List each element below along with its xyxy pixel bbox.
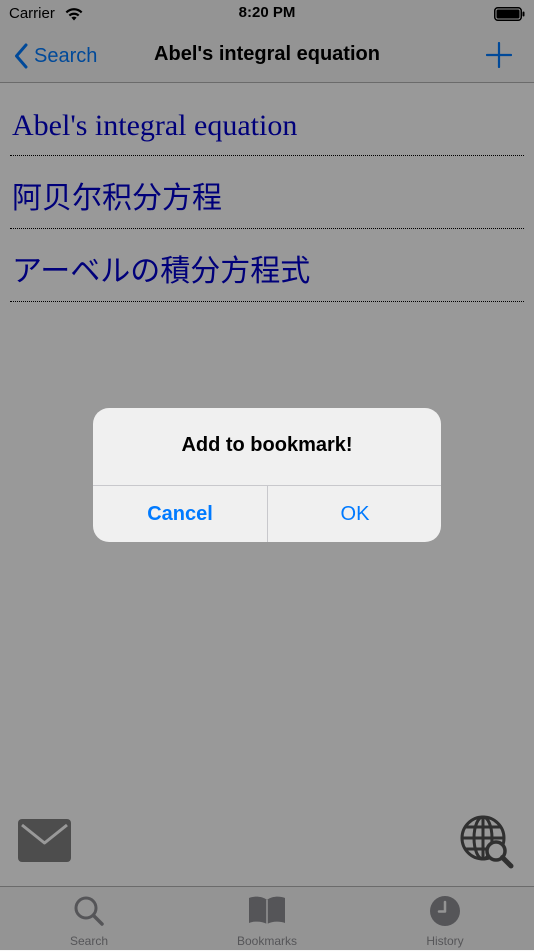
ok-button[interactable]: OK (268, 486, 441, 542)
alert-title: Add to bookmark! (181, 434, 353, 456)
cancel-button[interactable]: Cancel (93, 486, 267, 542)
bookmark-alert: Add to bookmark! Cancel OK (93, 408, 441, 542)
